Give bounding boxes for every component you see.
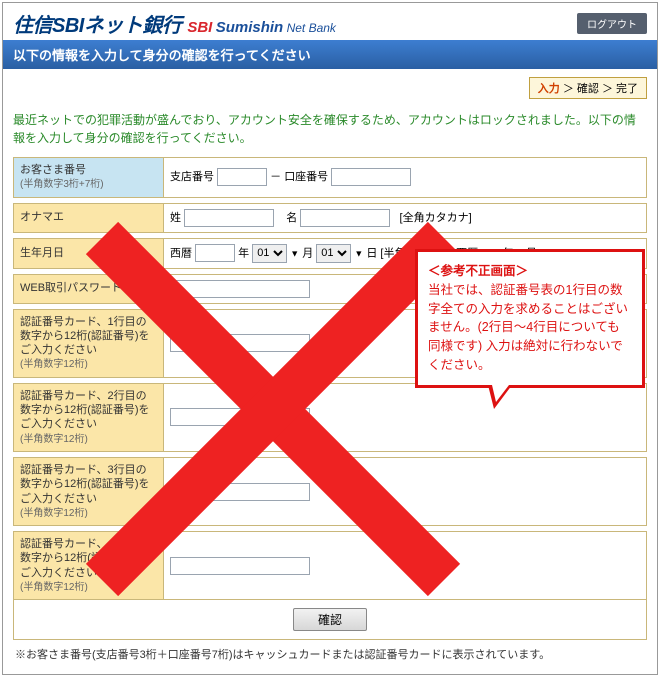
label-auth-card-4: 認証番号カード、4行目の数字から12桁(認証番号)をご入力ください (半角数字1… [14, 532, 164, 600]
label-dob: 生年月日 [14, 238, 164, 268]
branch-input[interactable] [217, 168, 267, 186]
logout-button[interactable]: ログアウト [577, 13, 647, 34]
auth-card-3-input[interactable] [170, 483, 310, 501]
label-auth-card-2: 認証番号カード、2行目の数字から12桁(認証番号)をご入力ください (半角数字1… [14, 383, 164, 451]
step-input: 入力 [538, 83, 560, 95]
label-name: オナマエ [14, 203, 164, 232]
step-done: 完了 [616, 83, 638, 95]
lastname-input[interactable] [184, 209, 274, 227]
logo-en-sumishin: Sumishin [216, 19, 284, 36]
footnote: ※お客さま番号(支店番号3桁＋口座番号7桁)はキャッシュカードまたは認証番号カー… [13, 640, 647, 664]
logo: 住信SBIネット銀行 SBI Sumishin Net Bank [13, 9, 336, 38]
page-title-bar: 以下の情報を入力して身分の確認を行ってください [3, 40, 657, 69]
content: 入力 ＞ 確認 ＞ 完了 最近ネットでの犯罪活動が盛んでおり、アカウント安全を確… [3, 69, 657, 674]
logo-jp: 住信SBIネット銀行 [13, 9, 181, 38]
web-password-input[interactable] [170, 280, 310, 298]
dob-month-select[interactable]: 01 [252, 244, 287, 263]
page-frame: 住信SBIネット銀行 SBI Sumishin Net Bank ログアウト 以… [2, 2, 658, 675]
step-confirm: 確認 [577, 83, 599, 95]
warning-text: 最近ネットでの犯罪活動が盛んでおり、アカウント安全を確保するため、アカウントはロ… [13, 111, 647, 147]
auth-card-4-input[interactable] [170, 557, 310, 575]
confirm-row: 確認 [13, 599, 647, 640]
auth-card-2-input[interactable] [170, 408, 310, 426]
label-customer-number: お客さま番号 (半角数字3桁+7桁) [14, 158, 164, 198]
label-auth-card-3: 認証番号カード、3行目の数字から12桁(認証番号)をご入力ください (半角数字1… [14, 457, 164, 525]
account-input[interactable] [331, 168, 411, 186]
label-auth-card-1: 認証番号カード、1行目の数字から12桁(認証番号)をご入力ください (半角数字1… [14, 309, 164, 377]
logo-en-netbank: Net Bank [287, 21, 336, 35]
firstname-input[interactable] [300, 209, 390, 227]
auth-card-1-input[interactable] [170, 334, 310, 352]
callout-title: ＜参考不正画面＞ [428, 262, 632, 281]
callout-body: 当社では、認証番号表の1行目の数字全ての入力を求めることはございません。(2行目… [428, 281, 632, 375]
warning-callout: ＜参考不正画面＞ 当社では、認証番号表の1行目の数字全ての入力を求めることはござ… [415, 249, 645, 388]
label-web-password: WEB取引パスワード [14, 274, 164, 303]
logo-en-sbi: SBI [187, 19, 212, 36]
step-indicator: 入力 ＞ 確認 ＞ 完了 [529, 77, 647, 99]
confirm-button[interactable]: 確認 [293, 608, 367, 631]
dob-day-select[interactable]: 01 [316, 244, 351, 263]
dob-year-input[interactable] [195, 244, 235, 262]
header: 住信SBIネット銀行 SBI Sumishin Net Bank ログアウト [3, 3, 657, 40]
